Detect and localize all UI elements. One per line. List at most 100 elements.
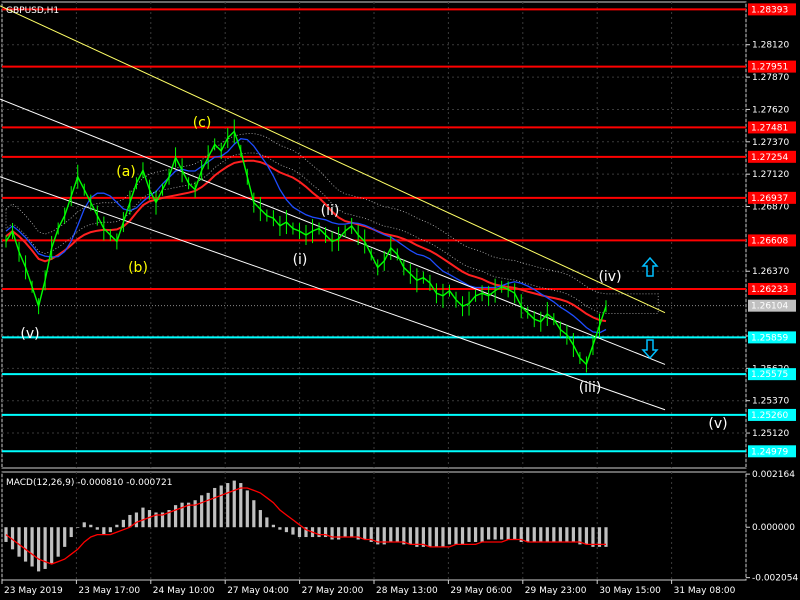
time-tick-label: 29 May 06:00 (450, 586, 512, 596)
macd-bar (526, 527, 530, 542)
macd-bar (271, 524, 275, 528)
macd-bar (330, 527, 334, 540)
macd-bar (226, 483, 230, 528)
macd-bar (389, 527, 393, 542)
macd-bar (487, 527, 491, 540)
time-tick-label: 30 May 15:00 (599, 586, 661, 596)
support-level-tag-label: 1.25859 (751, 333, 788, 343)
macd-bar (565, 527, 569, 542)
macd-bar (200, 495, 204, 528)
resistance-level-tag-label: 1.27254 (751, 153, 788, 163)
macd-bar (245, 490, 249, 528)
macd-bar (480, 527, 484, 542)
support-level-tag-label: 1.25260 (751, 411, 788, 421)
macd-bar (363, 527, 367, 540)
macd-tick-label: 0.002164 (752, 470, 795, 480)
macd-bar (506, 527, 510, 540)
macd-tick-label: 0.000000 (752, 523, 795, 533)
price-tick-label: 1.27370 (752, 138, 789, 148)
macd-bar (121, 519, 125, 528)
macd-bar (63, 527, 67, 547)
macd-bar (500, 527, 504, 540)
macd-bar (513, 527, 517, 540)
macd-bar (441, 527, 445, 547)
macd-bar (408, 527, 412, 545)
macd-bar (532, 527, 536, 542)
time-tick-label: 28 May 13:00 (376, 586, 438, 596)
macd-bar (89, 524, 93, 528)
macd-bar (147, 510, 152, 528)
macd-bar (545, 527, 549, 542)
time-tick-label: 23 May 2019 (4, 586, 63, 596)
macd-bar (213, 487, 217, 528)
macd-bar (350, 527, 354, 538)
wave-label: (ii) (321, 203, 340, 219)
price-tick-label: 1.25120 (752, 429, 789, 439)
resistance-level-tag-label: 1.26608 (751, 236, 788, 246)
time-tick-label: 31 May 08:00 (674, 586, 736, 596)
macd-bar (265, 517, 269, 528)
support-level-tag-label: 1.24979 (751, 447, 788, 457)
wave-label: (i) (293, 252, 308, 268)
macd-bar (473, 527, 478, 542)
macd-bar (454, 527, 458, 545)
macd-bar (552, 527, 556, 542)
macd-bar (395, 527, 399, 542)
macd-bar (337, 527, 341, 540)
resistance-level-tag-label: 1.28393 (751, 5, 788, 15)
macd-bar (173, 505, 178, 528)
macd-bar (558, 527, 562, 542)
chart-title: GBPUSD,H1 (6, 6, 59, 16)
macd-bar (460, 527, 465, 545)
macd-bar (447, 527, 452, 545)
macd-bar (30, 527, 34, 567)
time-tick-label: 23 May 17:00 (78, 586, 140, 596)
wave-label: (c) (193, 115, 212, 131)
macd-bar (69, 527, 73, 538)
macd-bar (291, 527, 295, 535)
time-tick-label: 27 May 04:00 (227, 586, 289, 596)
macd-bar (206, 492, 210, 528)
macd-bar (278, 527, 282, 530)
price-tick-label: 1.27620 (752, 105, 789, 115)
macd-bar (56, 527, 60, 557)
macd-bar (134, 512, 139, 528)
chart-canvas: (a) (b) (c) (v) (i) (ii) (iii) (iv) (v) 1.28120 1… (0, 0, 800, 600)
macd-tick-label: -0.002054 (752, 574, 798, 584)
macd-bar (141, 507, 145, 528)
macd-bar (258, 510, 262, 528)
macd-title: MACD(12,26,9) -0.000810 -0.000721 (6, 478, 172, 488)
macd-bar (76, 527, 80, 528)
macd-bar (4, 527, 8, 542)
macd-bar (128, 514, 132, 528)
macd-bar (252, 500, 256, 528)
macd-bar (434, 527, 439, 547)
macd-bar (343, 527, 347, 538)
price-tick-label: 1.27870 (752, 73, 789, 83)
macd-bar (584, 527, 589, 545)
resistance-level-tag-label: 1.26233 (751, 285, 788, 295)
current-price-label: 1.26104 (751, 302, 788, 312)
wave-label: (iv) (598, 269, 621, 285)
time-tick-label: 29 May 23:00 (525, 586, 587, 596)
macd-bar (95, 527, 99, 530)
resistance-level-tag-label: 1.27951 (751, 63, 788, 73)
wave-label: (v) (708, 416, 727, 432)
macd-bar (428, 527, 432, 547)
macd-bar (239, 483, 243, 528)
wave-label: (iii) (579, 380, 602, 396)
support-level-tag-label: 1.25575 (751, 370, 788, 380)
macd-bar (108, 527, 112, 533)
wave-label: (v) (20, 326, 39, 342)
price-tick-label: 1.25370 (752, 397, 789, 407)
macd-bar (187, 502, 191, 528)
macd-bar (493, 527, 497, 540)
price-tick-label: 1.28120 (752, 41, 789, 51)
macd-bar (17, 527, 21, 557)
macd-bar (317, 527, 321, 538)
macd-bar (180, 502, 184, 528)
macd-bar (467, 527, 471, 542)
macd-bar (82, 522, 86, 528)
macd-bar (37, 527, 41, 572)
time-tick-label: 27 May 20:00 (302, 586, 364, 596)
